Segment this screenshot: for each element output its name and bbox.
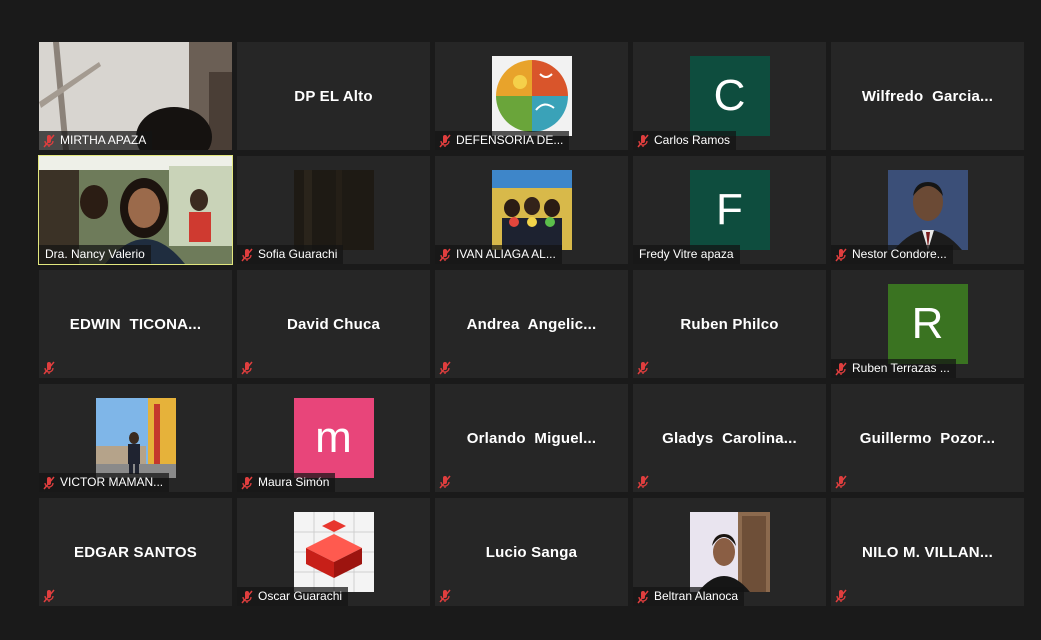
participant-label: Dra. Nancy Valerio	[39, 245, 151, 264]
participant-tile[interactable]: MIRTHA APAZA	[39, 42, 232, 150]
muted-mic-icon	[637, 134, 649, 147]
participant-label: VICTOR MAMAN...	[39, 473, 170, 492]
participant-tile[interactable]: F Fredy Vitre apaza	[633, 156, 826, 264]
participant-tile[interactable]: EDWIN TICONA...	[39, 270, 232, 378]
participant-label: Ruben Terrazas ...	[831, 359, 956, 378]
participant-display-name: NILO M. VILLAN...	[862, 543, 993, 561]
participant-display-name: Gladys Carolina...	[662, 429, 797, 447]
participant-name: Maura Simón	[258, 475, 330, 489]
participant-display-name: Ruben Philco	[680, 315, 779, 333]
participant-label: Maura Simón	[237, 473, 336, 492]
participant-tile[interactable]: DEFENSORIA DE...	[435, 42, 628, 150]
muted-mic-icon	[637, 361, 649, 375]
participant-name: DEFENSORIA DE...	[456, 133, 564, 147]
participant-display-name: Wilfredo Garcia...	[861, 87, 994, 105]
muted-mic-icon	[439, 475, 451, 489]
participant-display-name: Andrea Angelic...	[466, 315, 597, 333]
muted-mic-icon	[835, 248, 847, 261]
participant-name: Sofia Guarachi	[258, 247, 338, 261]
participant-name: IVAN ALIAGA AL...	[456, 247, 556, 261]
muted-mic-icon	[43, 476, 55, 489]
participant-label: DEFENSORIA DE...	[435, 131, 570, 150]
participant-tile[interactable]: IVAN ALIAGA AL...	[435, 156, 628, 264]
participant-tile[interactable]: Orlando Miguel...	[435, 384, 628, 492]
profile-picture	[95, 398, 176, 478]
participant-tile-active-speaker[interactable]: Dra. Nancy Valerio	[38, 155, 233, 265]
participant-tile[interactable]: R Ruben Terrazas ...	[831, 270, 1024, 378]
muted-mic-icon	[241, 476, 253, 489]
muted-mic-icon	[637, 475, 649, 489]
participant-name: Oscar Guarachi	[258, 589, 343, 603]
participant-name: MIRTHA APAZA	[60, 133, 147, 147]
profile-picture	[491, 56, 572, 136]
profile-picture	[293, 170, 374, 250]
participant-name: Nestor Condore...	[852, 247, 947, 261]
participant-tile[interactable]: Andrea Angelic...	[435, 270, 628, 378]
participant-label: Sofia Guarachi	[237, 245, 344, 264]
participant-name: VICTOR MAMAN...	[60, 475, 164, 489]
initial-avatar: F	[689, 170, 770, 250]
participant-tile[interactable]: VICTOR MAMAN...	[39, 384, 232, 492]
participant-name: Carlos Ramos	[654, 133, 731, 147]
participant-tile[interactable]: Lucio Sanga	[435, 498, 628, 606]
profile-picture	[887, 170, 968, 250]
participant-display-name: EDGAR SANTOS	[74, 543, 197, 561]
participant-tile[interactable]: Gladys Carolina...	[633, 384, 826, 492]
muted-mic-icon	[835, 589, 847, 603]
profile-picture	[293, 512, 374, 592]
muted-mic-icon	[241, 361, 253, 375]
participant-tile[interactable]: Oscar Guarachi	[237, 498, 430, 606]
participant-tile[interactable]: NILO M. VILLAN...	[831, 498, 1024, 606]
participant-tile[interactable]: David Chuca	[237, 270, 430, 378]
muted-mic-icon	[43, 361, 55, 375]
participant-tile[interactable]: Guillermo Pozor...	[831, 384, 1024, 492]
participant-display-name: EDWIN TICONA...	[69, 315, 202, 333]
profile-picture	[491, 170, 572, 250]
participant-tile[interactable]: C Carlos Ramos	[633, 42, 826, 150]
muted-mic-icon	[43, 589, 55, 603]
muted-mic-icon	[835, 362, 847, 375]
participant-tile[interactable]: Ruben Philco	[633, 270, 826, 378]
participant-tile[interactable]: m Maura Simón	[237, 384, 430, 492]
muted-mic-icon	[439, 589, 451, 603]
participant-name: Ruben Terrazas ...	[852, 361, 950, 375]
participant-tile[interactable]: Beltran Alanoca	[633, 498, 826, 606]
participant-tile[interactable]: EDGAR SANTOS	[39, 498, 232, 606]
participant-tile[interactable]: DP EL Alto	[237, 42, 430, 150]
participant-tile[interactable]: Sofia Guarachi	[237, 156, 430, 264]
muted-mic-icon	[241, 590, 253, 603]
muted-mic-icon	[637, 590, 649, 603]
participant-name: Fredy Vitre apaza	[639, 247, 734, 261]
participant-name: Beltran Alanoca	[654, 589, 739, 603]
participant-display-name: Orlando Miguel...	[466, 429, 597, 447]
participant-label: MIRTHA APAZA	[39, 131, 153, 150]
participant-label: IVAN ALIAGA AL...	[435, 245, 562, 264]
muted-mic-icon	[835, 475, 847, 489]
muted-mic-icon	[439, 361, 451, 375]
initial-avatar: R	[887, 284, 968, 364]
muted-mic-icon	[439, 134, 451, 147]
participant-label: Nestor Condore...	[831, 245, 953, 264]
participant-display-name: DP EL Alto	[294, 87, 373, 105]
muted-mic-icon	[241, 248, 253, 261]
participant-tile[interactable]: Nestor Condore...	[831, 156, 1024, 264]
profile-picture	[689, 512, 770, 592]
participant-label: Carlos Ramos	[633, 131, 737, 150]
initial-avatar: m	[293, 398, 374, 478]
muted-mic-icon	[439, 248, 451, 261]
participant-display-name: Guillermo Pozor...	[859, 429, 996, 447]
participant-grid: MIRTHA APAZA DP EL Alto DEFENSORIA DE...…	[38, 42, 1024, 606]
participant-label: Fredy Vitre apaza	[633, 245, 740, 264]
muted-mic-icon	[43, 134, 55, 147]
participant-display-name: David Chuca	[286, 315, 381, 333]
participant-label: Beltran Alanoca	[633, 587, 745, 606]
initial-avatar: C	[689, 56, 770, 136]
participant-display-name: Lucio Sanga	[485, 543, 578, 561]
participant-tile[interactable]: Wilfredo Garcia...	[831, 42, 1024, 150]
participant-name: Dra. Nancy Valerio	[45, 247, 145, 261]
participant-label: Oscar Guarachi	[237, 587, 349, 606]
